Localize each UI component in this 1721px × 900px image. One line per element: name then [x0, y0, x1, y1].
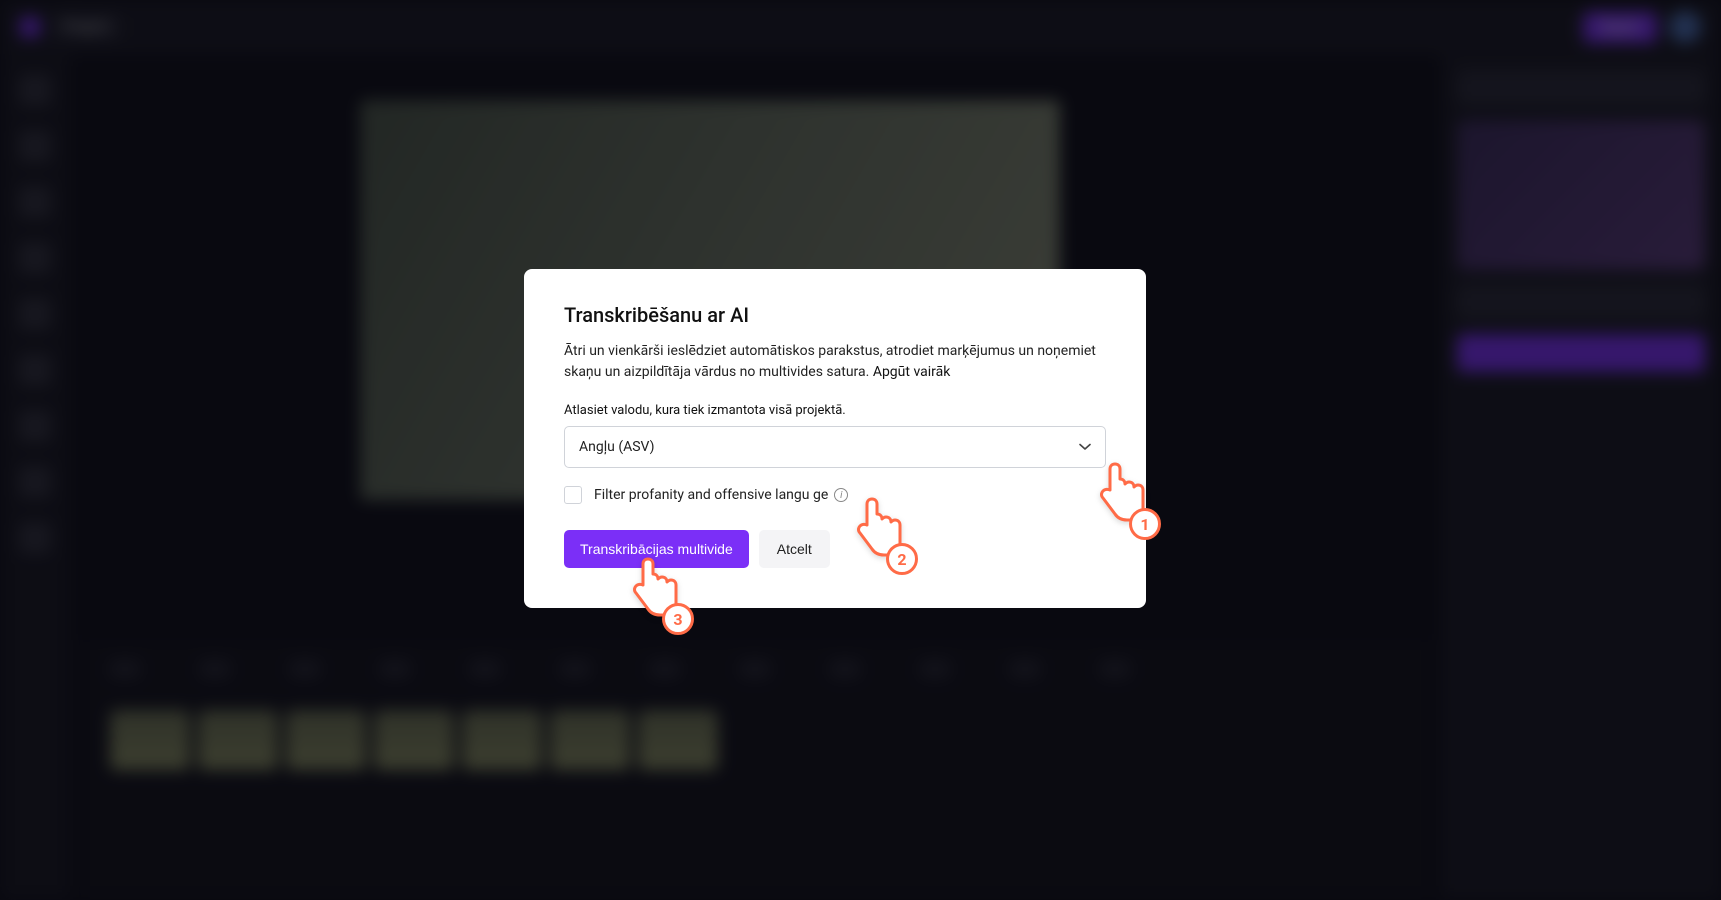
info-icon[interactable]: i [834, 488, 848, 502]
transcribe-ai-modal: Transkribēšanu ar AI Ātri un vienkārši i… [524, 269, 1146, 608]
modal-title: Transkribēšanu ar AI [564, 303, 1106, 327]
filter-label-text: Filter profanity and offensive langu ge [594, 487, 828, 503]
modal-button-row: Transkribācijas multivide Atcelt [564, 530, 1106, 568]
desc-text-2: aizpildītāja vārdus no multivides satura… [624, 364, 873, 380]
cancel-button[interactable]: Atcelt [759, 530, 830, 568]
learn-more-link[interactable]: Apgūt vairāk [873, 364, 951, 380]
filter-profanity-row: Filter profanity and offensive langu ge … [564, 486, 1106, 504]
filter-profanity-label: Filter profanity and offensive langu ge … [594, 487, 848, 503]
chevron-down-icon [1079, 441, 1091, 453]
language-selected-value: Angļu (ASV) [579, 439, 654, 455]
transcribe-button[interactable]: Transkribācijas multivide [564, 530, 749, 568]
filter-profanity-checkbox[interactable] [564, 486, 582, 504]
modal-description: Ātri un vienkārši ieslēdziet automātisko… [564, 341, 1106, 383]
language-field-label: Atlasiet valodu, kura tiek izmantota vis… [564, 403, 1106, 418]
language-select[interactable]: Angļu (ASV) [564, 426, 1106, 468]
